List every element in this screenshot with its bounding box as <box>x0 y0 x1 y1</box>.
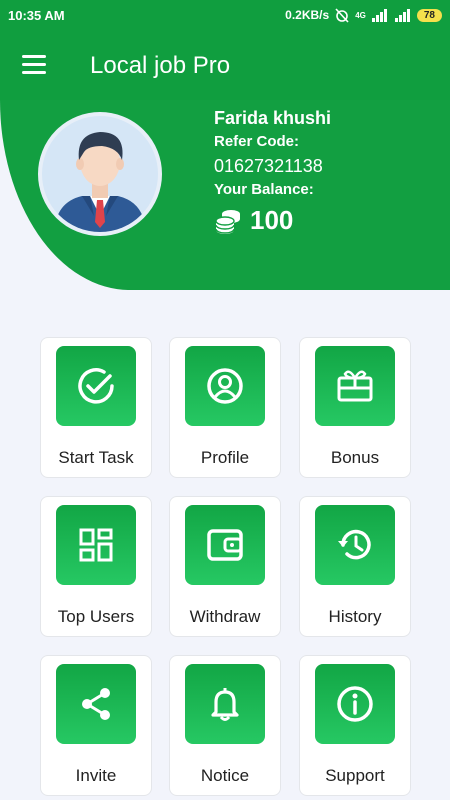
history-label: History <box>328 607 382 626</box>
app-header: Local job Pro <box>0 30 450 100</box>
top-users-tile <box>56 505 136 585</box>
refer-code-value: 01627321138 <box>214 156 323 176</box>
invite-label: Invite <box>75 766 117 785</box>
user-circle-icon <box>207 368 243 404</box>
share-icon <box>82 688 110 720</box>
profile-label: Profile <box>200 448 250 467</box>
network-type-label: 4G <box>355 10 366 20</box>
info-icon <box>337 686 373 722</box>
top-users-label: Top Users <box>57 607 135 626</box>
profile-card[interactable]: Profile <box>169 337 281 478</box>
businessman-avatar-icon <box>54 132 146 232</box>
withdraw-tile <box>185 505 265 585</box>
user-info: Farida khushi Refer Code: 01627321138 Yo… <box>214 108 331 236</box>
wallet-icon <box>207 529 243 561</box>
bonus-tile <box>315 346 395 426</box>
battery-indicator: 78 <box>416 8 442 22</box>
profile-panel: Farida khushi Refer Code: 01627321138 Yo… <box>0 100 450 290</box>
refer-code-label: Refer Code: <box>214 133 300 150</box>
history-tile <box>315 505 395 585</box>
invite-card[interactable]: Invite <box>40 655 152 796</box>
balance-label: Your Balance: <box>214 181 314 198</box>
profile-tile <box>185 346 265 426</box>
user-name: Farida khushi <box>214 108 332 128</box>
start-task-tile <box>56 346 136 426</box>
history-icon <box>338 529 371 560</box>
invite-tile <box>56 664 136 744</box>
bell-icon <box>211 688 239 721</box>
network-speed: 0.2KB/s <box>285 8 330 22</box>
start-task-card[interactable]: Start Task <box>40 337 152 478</box>
withdraw-card[interactable]: Withdraw <box>169 496 281 637</box>
notice-tile <box>185 664 265 744</box>
alarm-off-icon <box>335 8 349 23</box>
bonus-label: Bonus <box>330 448 380 467</box>
status-bar: 10:35 AM 0.2KB/s 4G 78 <box>0 0 450 30</box>
check-circle-icon <box>78 368 114 404</box>
support-label: Support <box>325 766 385 785</box>
coins-icon <box>215 209 240 234</box>
balance-value: 100 <box>250 205 294 235</box>
notice-label: Notice <box>200 766 250 785</box>
hamburger-menu-icon[interactable] <box>22 55 48 75</box>
withdraw-label: Withdraw <box>189 607 261 626</box>
balance-row: 100 <box>214 205 331 236</box>
notice-card[interactable]: Notice <box>169 655 281 796</box>
avatar[interactable] <box>38 112 162 236</box>
status-indicators: 0.2KB/s 4G 78 <box>285 7 442 23</box>
dashboard-icon <box>79 528 113 562</box>
support-card[interactable]: Support <box>299 655 411 796</box>
history-card[interactable]: History <box>299 496 411 637</box>
top-users-card[interactable]: Top Users <box>40 496 152 637</box>
app-title: Local job Pro <box>90 52 231 79</box>
start-task-label: Start Task <box>58 448 134 467</box>
status-time: 10:35 AM <box>8 8 65 23</box>
gift-icon <box>337 370 373 402</box>
support-tile <box>315 664 395 744</box>
signal-icon <box>371 9 387 22</box>
signal-icon-2 <box>394 9 410 22</box>
bonus-card[interactable]: Bonus <box>299 337 411 478</box>
